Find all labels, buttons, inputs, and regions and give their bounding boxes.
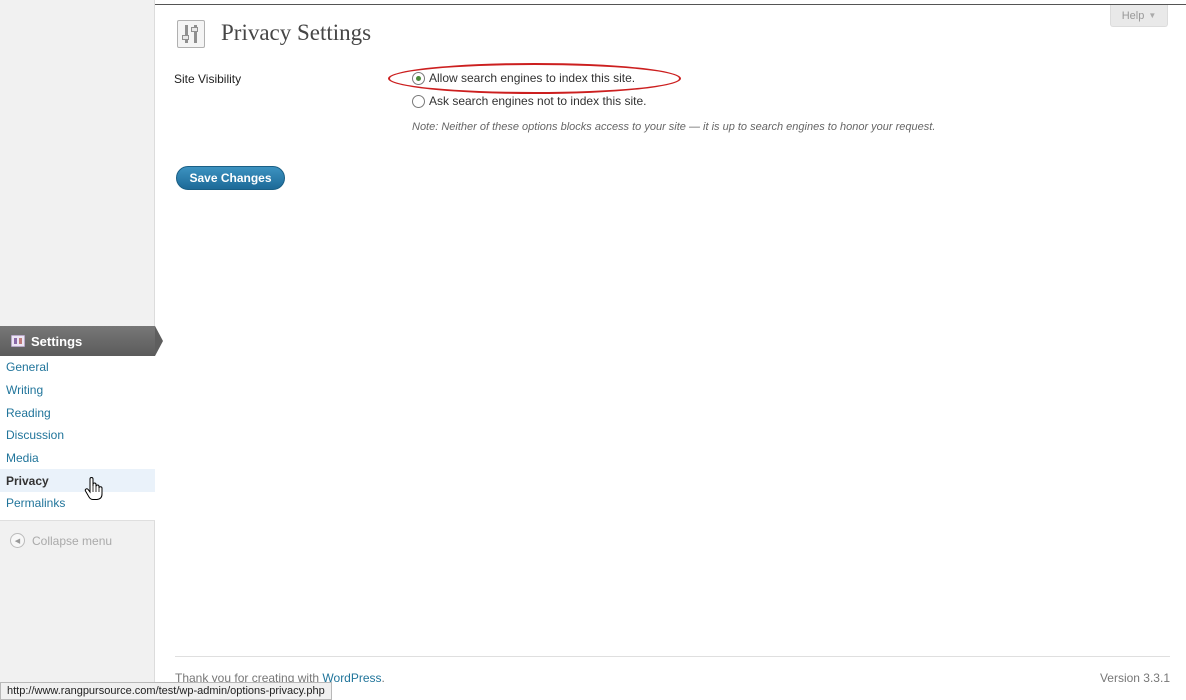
block-indexing-radio[interactable] — [412, 94, 425, 108]
save-changes-button[interactable]: Save Changes — [176, 166, 285, 190]
sidebar-item-media[interactable]: Media — [0, 447, 155, 470]
red-highlight-circle — [388, 63, 681, 94]
settings-menu-label: Settings — [31, 333, 83, 349]
collapse-menu-label: Collapse menu — [32, 533, 113, 548]
footer-divider — [175, 656, 1170, 657]
sidebar-item-permalinks[interactable]: Permalinks — [0, 492, 155, 515]
help-tab-button[interactable]: Help ▼ — [1110, 5, 1168, 27]
site-visibility-label: Site Visibility — [174, 72, 242, 86]
settings-sliders-icon — [177, 20, 205, 48]
admin-bar-edge — [155, 4, 1186, 5]
collapse-menu-button[interactable]: ◀ Collapse menu — [10, 533, 112, 548]
sidebar-item-reading[interactable]: Reading — [0, 401, 155, 424]
sidebar-item-discussion[interactable]: Discussion — [0, 424, 155, 447]
current-menu-arrow — [155, 326, 163, 356]
sidebar-item-privacy[interactable]: Privacy — [0, 469, 155, 493]
help-label: Help — [1121, 9, 1145, 22]
collapse-arrow-icon: ◀ — [10, 533, 25, 548]
sidebar-item-writing[interactable]: Writing — [0, 379, 155, 402]
footer-thanks-suffix: . — [381, 671, 385, 685]
block-indexing-option[interactable]: Ask search engines not to index this sit… — [412, 94, 646, 108]
block-indexing-label[interactable]: Ask search engines not to index this sit… — [429, 94, 646, 108]
page-title: Privacy Settings — [221, 20, 372, 45]
browser-status-url: http://www.rangpursource.com/test/wp-adm… — [0, 682, 332, 700]
settings-menu-icon — [11, 335, 25, 347]
hand-pointer-cursor-icon — [84, 477, 103, 500]
settings-menu-header[interactable]: Settings — [0, 326, 163, 356]
chevron-down-icon: ▼ — [1148, 11, 1157, 20]
footer-version: Version 3.3.1 — [1099, 671, 1170, 685]
visibility-note: Note: Neither of these options blocks ac… — [412, 121, 936, 133]
settings-submenu: General Writing Reading Discussion Media… — [0, 356, 155, 521]
sidebar-item-general[interactable]: General — [0, 356, 155, 379]
